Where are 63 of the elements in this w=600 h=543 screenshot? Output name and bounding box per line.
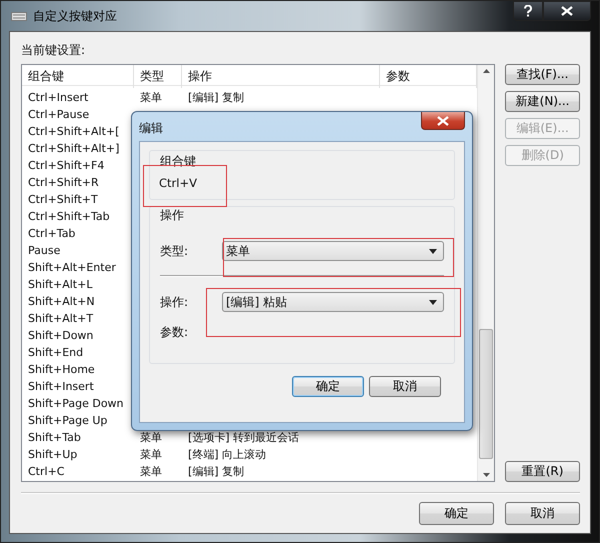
table-cell-text: Shift+End — [27, 346, 84, 359]
help-icon — [523, 5, 533, 17]
table-cell-text: 菜单 — [139, 430, 163, 445]
table-cell-text: Shift+Alt+Enter — [27, 261, 117, 274]
help-button[interactable] — [513, 1, 543, 21]
close-button[interactable] — [543, 1, 591, 21]
down-arrow-icon — [482, 473, 490, 477]
table-cell-text: Shift+Alt+T — [27, 312, 94, 325]
dropdown-arrow-icon — [429, 248, 437, 254]
table-cell-text: 菜单 — [139, 464, 163, 479]
field-label: 类型: — [160, 242, 190, 260]
table-cell-text: Ctrl+Insert — [27, 91, 90, 104]
field-label: 参数: — [160, 324, 190, 341]
reset-button[interactable]: 重置(R) — [505, 461, 580, 482]
table-cell-text: [编辑] 复制 — [187, 90, 246, 105]
close-icon — [437, 116, 449, 126]
table-cell-text: Shift+Tab — [27, 431, 82, 444]
window-title: 自定义按键对应 — [33, 8, 117, 24]
table-cell-text: Ctrl+Shift+Alt+] — [27, 142, 120, 155]
table-cell-text: Shift+Up — [27, 448, 78, 461]
dropdown[interactable]: [编辑] 粘贴 — [222, 292, 444, 312]
field-label: 操作: — [160, 294, 190, 310]
dialog-button[interactable]: 取消 — [505, 502, 580, 525]
column-header[interactable]: 组合键 — [22, 65, 134, 88]
dropdown-arrow-icon — [429, 300, 437, 304]
table-cell-text: Shift+Home — [27, 363, 96, 376]
keyboard-icon — [11, 10, 27, 22]
table-cell-text: 菜单 — [139, 90, 163, 105]
action-button[interactable]: 查找(F)... — [505, 64, 580, 85]
up-arrow-icon — [482, 69, 490, 73]
table-cell-text: 菜单 — [139, 447, 163, 462]
section-label: 当前键设置: — [21, 42, 86, 59]
table-cell-text: Ctrl+Pause — [27, 108, 90, 121]
column-header[interactable]: 类型 — [134, 65, 182, 88]
dropdown[interactable]: 菜单 — [222, 241, 444, 261]
table-cell-text: Ctrl+Shift+F4 — [27, 159, 106, 172]
action-button[interactable]: 新建(N)... — [505, 91, 580, 112]
table-cell-text: [选项卡] 转到最近会话 — [187, 430, 300, 445]
table-cell-text: [编辑] 复制 — [187, 464, 246, 479]
table-cell-text: Shift+Insert — [27, 380, 95, 393]
table-cell-text: Ctrl+C — [27, 465, 66, 478]
table-cell-text: [终端] 向上滚动 — [187, 447, 268, 462]
table-cell-text: Shift+Page Up — [27, 414, 108, 427]
close-button[interactable] — [421, 112, 465, 130]
table-cell-text: Shift+Page Down — [27, 397, 125, 410]
table-cell-text: Ctrl+Tab — [27, 227, 76, 240]
close-icon — [561, 6, 573, 16]
scrollbar[interactable] — [477, 65, 494, 481]
table-cell-text: Pause — [27, 244, 62, 257]
dialog-button[interactable]: 确定 — [292, 376, 364, 397]
table-cell-text: Ctrl+Shift+Alt+[ — [27, 125, 120, 138]
column-header[interactable]: 操作 — [182, 65, 380, 88]
table-cell-text: Ctrl+Shift+Tab — [27, 210, 111, 223]
table-cell-text: Ctrl+Shift+T — [27, 193, 99, 206]
table-cell-text: Shift+Alt+L — [27, 278, 94, 291]
table-cell-text: Ctrl+Shift+R — [27, 176, 100, 189]
dialog-button[interactable]: 确定 — [419, 502, 494, 525]
group-label: 操作 — [160, 207, 185, 224]
key-value: Ctrl+V — [159, 176, 198, 190]
dialog-title: 编辑 — [139, 120, 163, 137]
table-cell-text: Shift+Down — [27, 329, 94, 342]
table-cell-text: Shift+Alt+N — [27, 295, 96, 308]
dialog-button[interactable]: 取消 — [369, 376, 441, 397]
